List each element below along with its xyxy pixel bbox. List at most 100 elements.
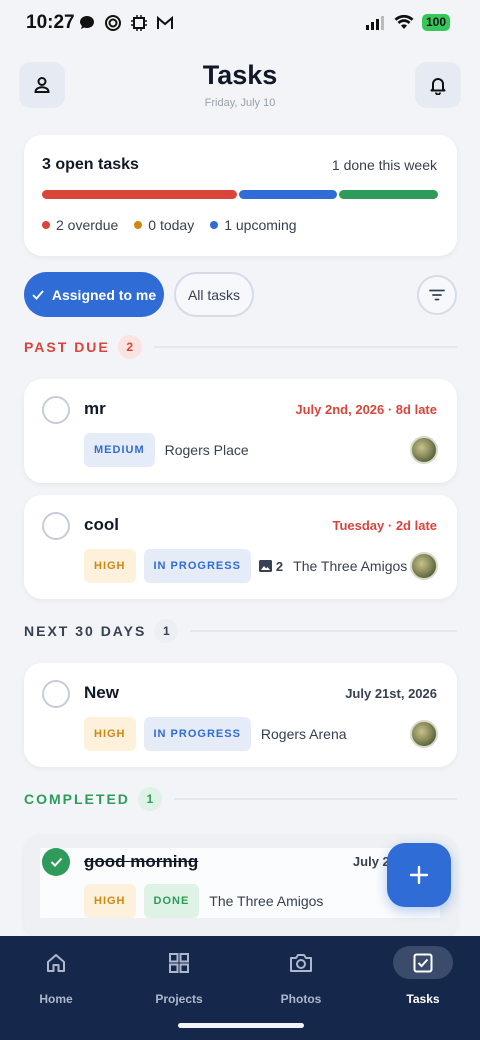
divider [153,346,457,348]
check-icon [32,289,44,300]
section-count: 1 [154,619,179,643]
bar-overdue [42,190,237,199]
priority-badge: HIGH [84,549,136,583]
nav-label: Photos [280,992,322,1006]
status-badge: DONE [143,884,200,918]
task-location: Rogers Arena [260,726,347,742]
task-due: July 21st, 2026 [345,686,437,701]
task-name: mr [84,399,106,418]
task-name: good morning [84,852,199,871]
bar-upcoming [239,190,337,199]
assignee-avatar [410,720,438,748]
photo-count-value: 2 [275,558,284,574]
task-card[interactable]: New July 21st, 2026 HIGH IN PROGRESS Rog… [24,663,457,767]
divider [190,630,457,632]
task-due: July 2nd, 2026 · 8d late [295,402,437,417]
page-date: Friday, July 10 [204,97,276,109]
task-location: The Three Amigos [293,558,408,574]
priority-badge: MEDIUM [84,433,155,467]
notification-icons [78,14,174,32]
assignee-avatar [410,552,438,580]
assignee-avatar [410,436,438,464]
home-indicator [178,1023,304,1028]
nav-icon-wrap [149,946,209,979]
filter-icon [429,289,445,301]
page-title: Tasks [202,60,278,90]
chip-label: All tasks [187,286,241,303]
nav-label: Projects [155,992,203,1006]
status-badge: IN PROGRESS [143,717,251,751]
notifications-button[interactable] [415,62,461,108]
overdue-dot [42,221,50,229]
status-badge: IN PROGRESS [143,549,251,583]
chat-icon [78,14,96,32]
priority-badge: HIGH [84,717,136,751]
plus-icon [409,865,429,885]
nav-icon-wrap [271,946,331,979]
section-label: NEXT 30 DAYS [24,623,147,639]
priority-badge: HIGH [84,884,136,918]
legend-upcoming: 1 upcoming [210,217,297,233]
complete-checkbox[interactable] [42,680,70,708]
nav-label: Home [39,992,73,1006]
task-name: New [84,683,119,702]
task-location: The Three Amigos [209,893,324,909]
progress-bar [42,190,438,199]
done-this-week: 1 done this week [331,157,437,173]
grid-icon [169,952,189,973]
camera-icon [290,953,312,972]
section-next-30-days: NEXT 30 DAYS 1 [24,619,457,643]
today-dot [134,221,143,229]
nav-projects[interactable]: Projects [139,946,219,1006]
task-card[interactable]: cool Tuesday · 2d late HIGH IN PROGRESS … [24,495,457,599]
task-name: cool [84,515,119,534]
section-label: PAST DUE [24,339,110,355]
complete-checkbox[interactable] [42,396,70,424]
filter-all-tasks[interactable]: All tasks [174,272,254,317]
chip-label: Assigned to me [51,286,157,303]
status-bar: 10:27 100 [0,0,480,48]
sort-filter-button[interactable] [417,275,457,315]
summary-card: 3 open tasks 1 done this week 2 overdue … [24,135,457,256]
task-tags: HIGH DONE The Three Amigos [84,884,323,918]
task-location: Rogers Place [164,442,249,458]
signal-icon [365,15,384,30]
bar-done [339,190,438,199]
task-tags: HIGH IN PROGRESS 2 The Three Amigos [84,549,407,583]
open-tasks-count: 3 open tasks [42,156,139,173]
chip-icon [130,14,148,32]
completed-checkbox[interactable] [42,848,70,876]
upcoming-dot [210,221,219,229]
legend-overdue: 2 overdue [42,217,118,233]
legend-today: 0 today [134,217,194,233]
section-count: 2 [117,335,142,359]
check-icon [50,857,62,867]
home-icon [47,953,65,972]
nav-home[interactable]: Home [16,946,96,1006]
section-completed: COMPLETED 1 [24,787,457,811]
section-past-due: PAST DUE 2 [24,335,457,359]
complete-checkbox[interactable] [42,512,70,540]
filter-assigned-to-me[interactable]: Assigned to me [24,272,164,317]
status-right: 100 [365,14,450,31]
legend-label: 2 overdue [56,217,119,233]
add-task-button[interactable] [387,843,451,907]
status-time: 10:27 [26,12,75,33]
wifi-icon [394,15,414,29]
nav-icon-wrap [393,946,453,979]
legend-label: 1 upcoming [224,217,297,233]
photo-count: 2 [258,558,284,574]
legend: 2 overdue 0 today 1 upcoming [42,217,297,233]
checkbox-icon [413,953,433,972]
nav-tasks[interactable]: Tasks [383,946,463,1006]
task-card[interactable]: mr July 2nd, 2026 · 8d late MEDIUM Roger… [24,379,457,483]
target-icon [104,14,122,32]
nav-photos[interactable]: Photos [261,946,341,1006]
section-count: 1 [137,787,162,811]
nav-icon-wrap [26,946,86,979]
bell-icon [430,78,446,95]
task-tags: HIGH IN PROGRESS Rogers Arena [84,717,347,751]
task-due: Tuesday · 2d late [332,518,437,533]
divider [173,798,457,800]
section-label: COMPLETED [24,791,130,807]
